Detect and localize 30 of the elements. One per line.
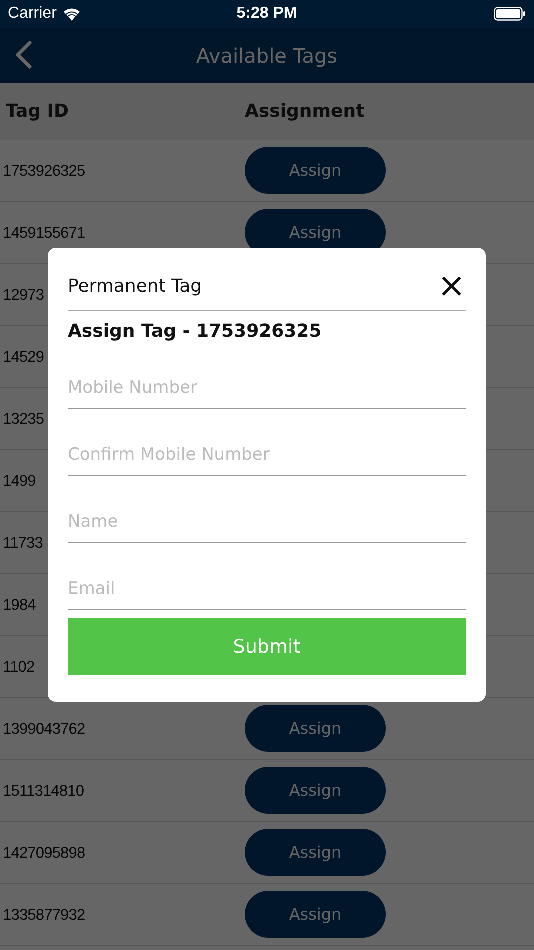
- assign-button[interactable]: Assign: [245, 829, 386, 876]
- back-icon[interactable]: [14, 41, 34, 69]
- assign-button[interactable]: Assign: [245, 767, 386, 814]
- carrier-label: Carrier: [8, 5, 57, 23]
- assign-button[interactable]: Assign: [245, 891, 386, 938]
- tag-id: 1984: [3, 596, 36, 614]
- tag-id: 11733: [3, 534, 43, 552]
- tag-id: 1427095898: [3, 844, 86, 862]
- battery-icon: [494, 7, 526, 21]
- tag-id: 13235: [3, 410, 44, 428]
- dialog-title: Permanent Tag: [68, 276, 202, 296]
- tag-id: 1335877932: [3, 906, 86, 924]
- tag-id: 1399043762: [3, 720, 86, 738]
- close-button[interactable]: ×: [438, 269, 466, 303]
- tag-id: 1102: [3, 658, 35, 676]
- column-header: Assignment: [245, 101, 365, 122]
- column-header: Tag ID: [5, 101, 70, 122]
- tag-id: 1459155671: [3, 224, 86, 242]
- assign-button[interactable]: Assign: [245, 705, 386, 752]
- tag-id: 14529: [3, 348, 44, 366]
- screen-title: Available Tags: [196, 44, 338, 68]
- submit-button[interactable]: Submit: [68, 618, 466, 675]
- tag-id: 1511314810: [3, 782, 84, 800]
- tag-id: 12973: [3, 286, 44, 304]
- dialog-subtitle: Assign Tag - 1753926325: [68, 321, 323, 342]
- assign-button[interactable]: Assign: [245, 147, 386, 194]
- wifi-icon: [62, 7, 81, 21]
- tag-id: 1499: [3, 472, 36, 490]
- clock-time: 5:28 PM: [236, 5, 298, 23]
- tag-id: 1753926325: [3, 162, 86, 180]
